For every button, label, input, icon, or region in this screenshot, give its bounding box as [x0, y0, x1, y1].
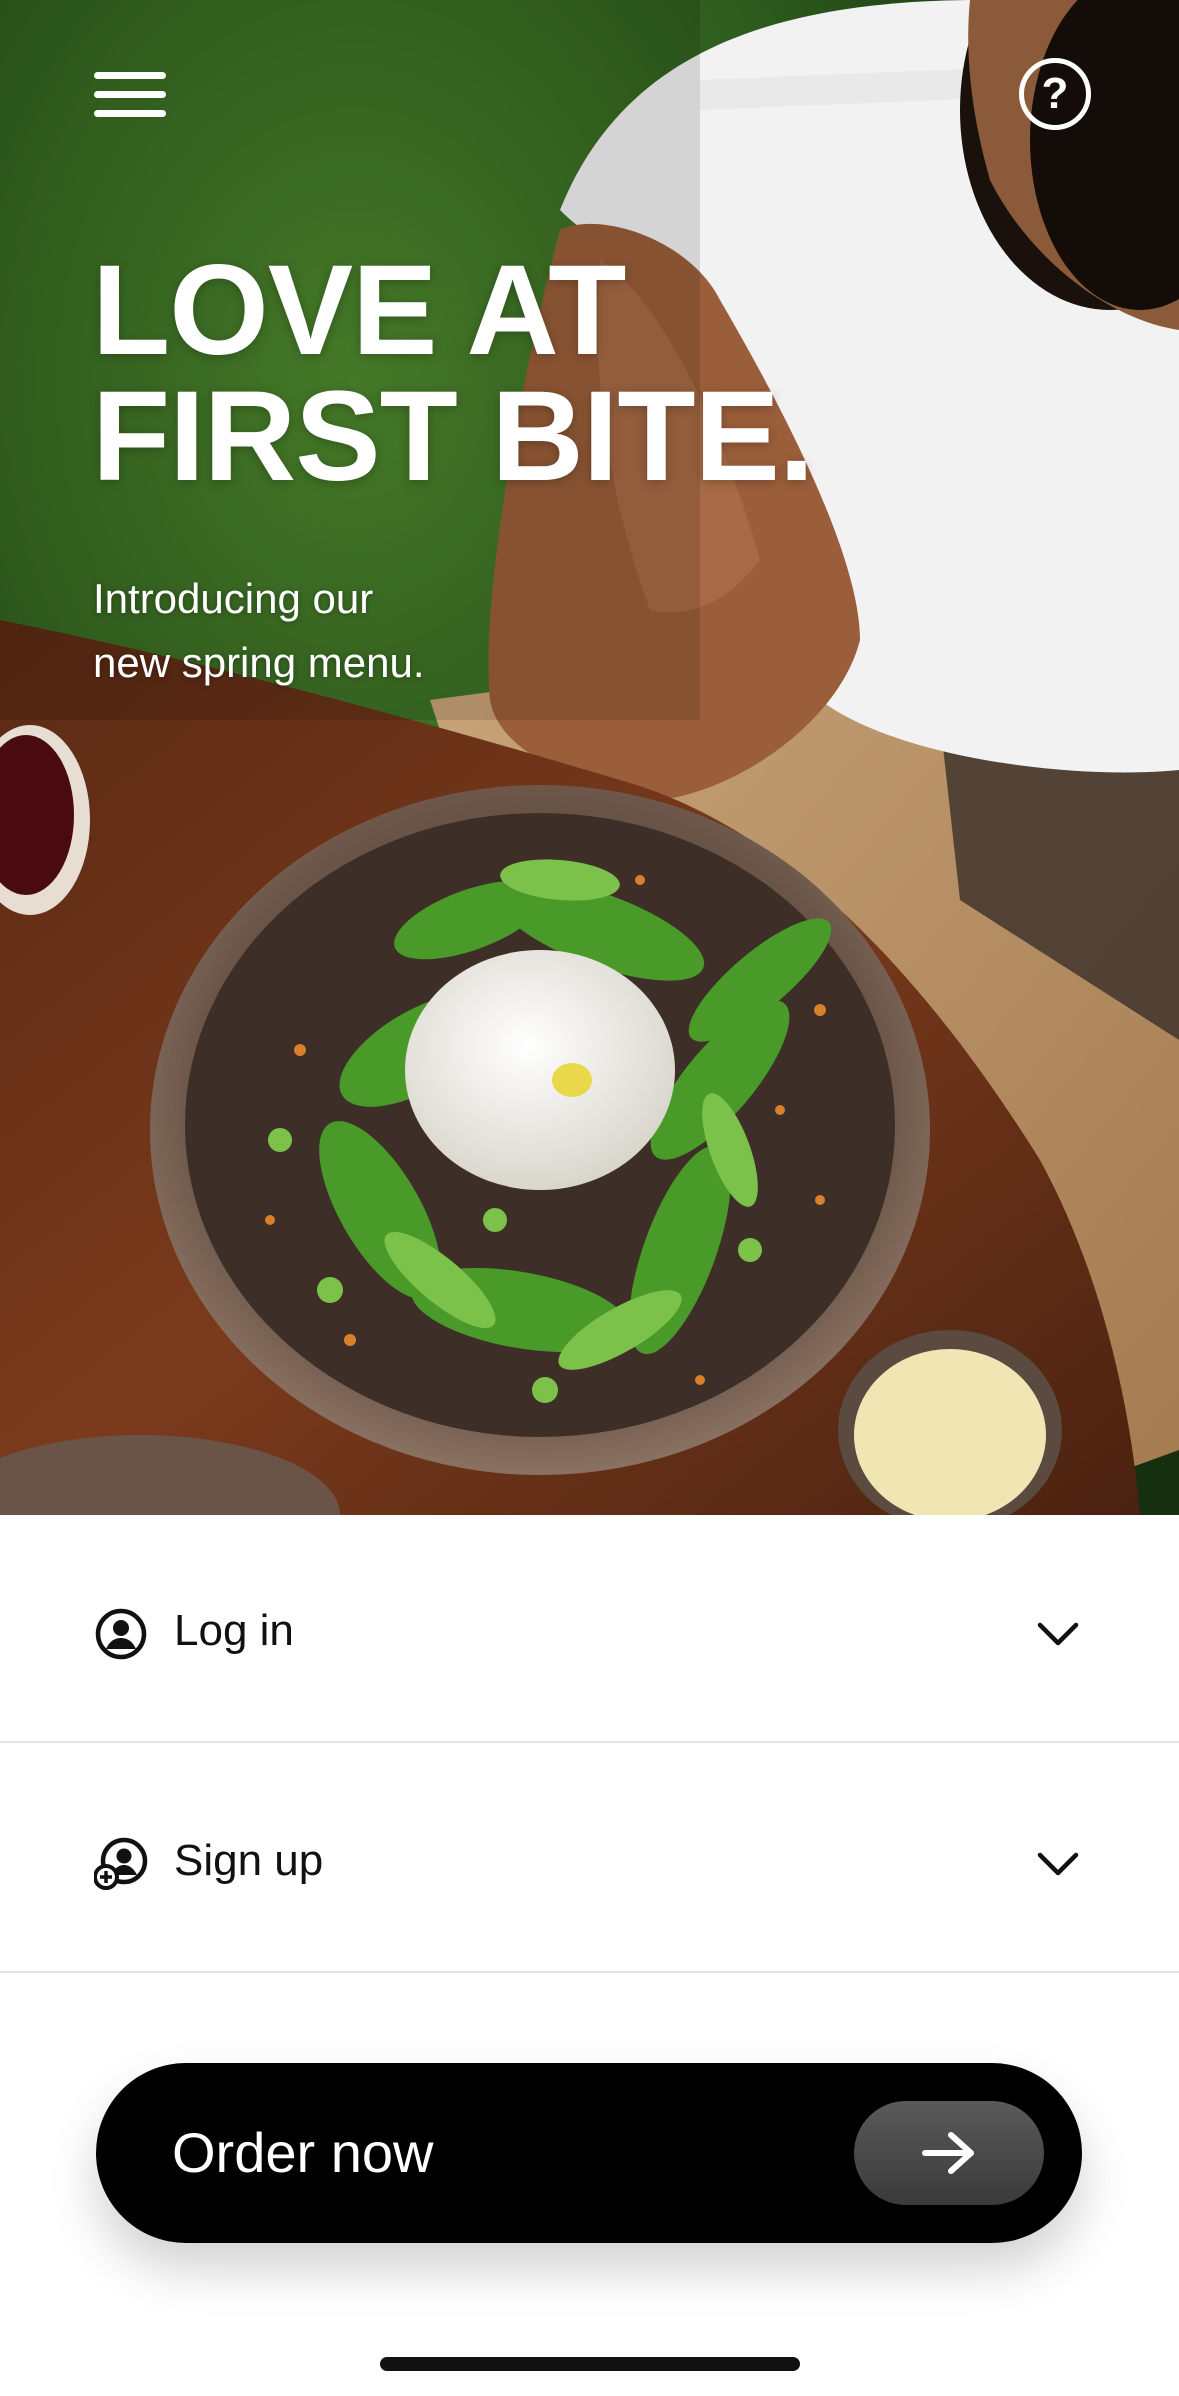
- menu-line: [94, 72, 166, 79]
- hero-title-line-1: LOVE AT: [92, 239, 626, 382]
- hero-subtitle: Introducing our new spring menu.: [93, 567, 425, 695]
- hero-banner: ? LOVE AT FIRST BITE. Introducing our ne…: [0, 0, 1179, 1515]
- signup-label: Sign up: [174, 1836, 324, 1885]
- home-indicator[interactable]: [380, 2357, 800, 2371]
- question-circle-icon[interactable]: ?: [1019, 58, 1091, 130]
- hero-subtitle-line-2: new spring menu.: [93, 639, 425, 686]
- arrow-right-icon: [922, 2132, 974, 2174]
- chevron-down-icon: [1037, 1852, 1079, 1876]
- menu-line: [94, 91, 166, 98]
- hero-title: LOVE AT FIRST BITE.: [92, 239, 814, 508]
- order-now-button[interactable]: Order now: [96, 2063, 1082, 2243]
- signup-accordion[interactable]: Sign up: [0, 1745, 1179, 1973]
- hamburger-menu-icon[interactable]: [94, 66, 168, 122]
- user-add-icon: [94, 1837, 148, 1890]
- user-circle-icon: [95, 1608, 147, 1660]
- hero-food-photo: [0, 0, 1179, 1515]
- hero-subtitle-line-1: Introducing our: [93, 575, 374, 622]
- hero-title-line-2: FIRST BITE.: [92, 365, 814, 508]
- chevron-down-icon: [1037, 1622, 1079, 1646]
- order-arrow-button[interactable]: [854, 2101, 1044, 2205]
- login-label: Log in: [174, 1606, 294, 1655]
- login-accordion[interactable]: Log in: [0, 1515, 1179, 1743]
- menu-line: [94, 110, 166, 117]
- order-now-label: Order now: [172, 2121, 434, 2184]
